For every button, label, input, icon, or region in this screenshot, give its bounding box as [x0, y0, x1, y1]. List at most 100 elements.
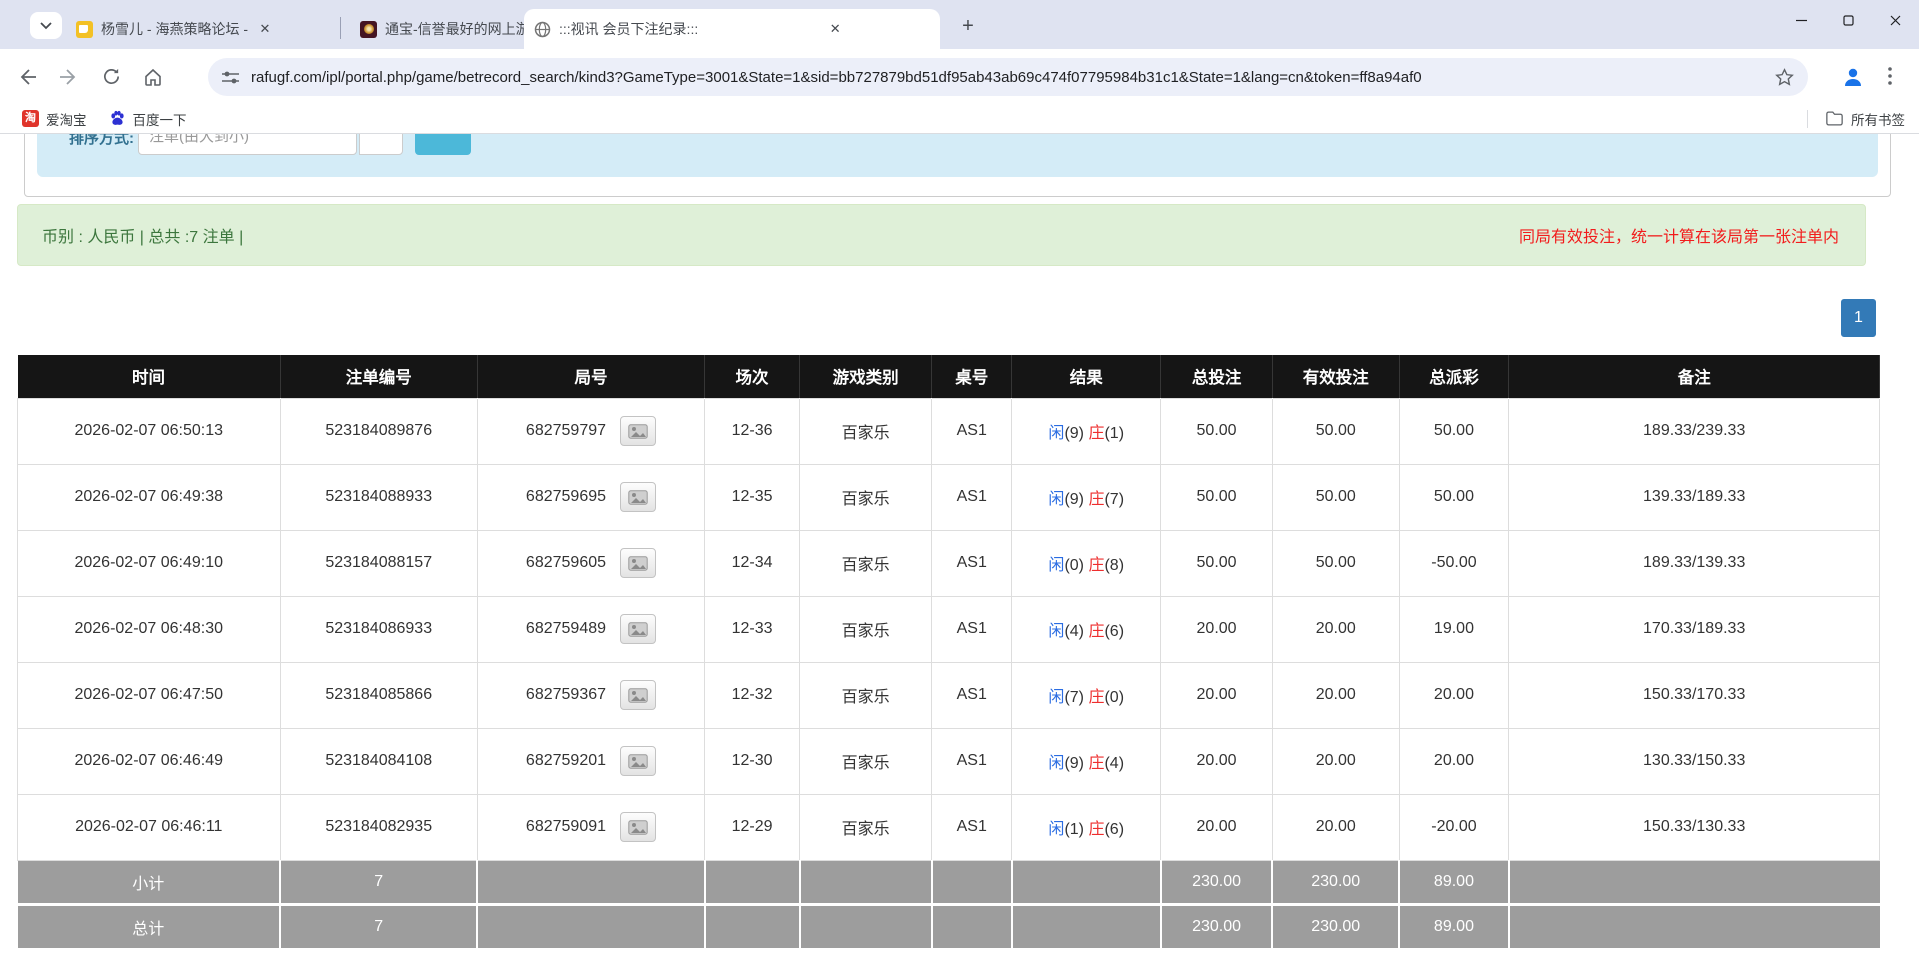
- bookmark-taobao[interactable]: 淘 爱淘宝: [22, 109, 87, 129]
- search-form-panel: 排序方式: 注单(由大到小): [37, 134, 1878, 177]
- browser-menu-button[interactable]: [1877, 63, 1903, 91]
- tab-title: 杨雪儿 - 海燕策略论坛 -: [101, 19, 248, 39]
- cell-session: 12-36: [705, 398, 800, 464]
- page-1-button[interactable]: 1: [1841, 299, 1876, 337]
- maximize-button[interactable]: [1825, 0, 1872, 40]
- tab-forum[interactable]: 杨雪儿 - 海燕策略论坛 - ✕: [66, 9, 331, 49]
- player-score: (1): [1064, 821, 1084, 838]
- window-controls: [1778, 0, 1919, 40]
- header-game-type: 游戏类别: [800, 355, 932, 398]
- folder-icon: [1826, 111, 1843, 126]
- cell-total-bet: 20.00: [1161, 728, 1273, 794]
- round-video-button[interactable]: [620, 680, 656, 710]
- video-clip-icon: [628, 820, 648, 835]
- home-button[interactable]: [138, 62, 168, 92]
- cell-result: 闲(9) 庄(4): [1012, 728, 1161, 794]
- banker-label: 庄: [1088, 425, 1104, 442]
- subtotal-total-bet: 230.00: [1161, 860, 1273, 904]
- close-window-button[interactable]: [1872, 0, 1919, 40]
- forum-favicon-icon: [76, 21, 93, 38]
- round-number: 682759797: [526, 422, 606, 440]
- cell-total-bet: 50.00: [1161, 464, 1273, 530]
- profile-avatar[interactable]: [1837, 61, 1869, 93]
- cell-game-type: 百家乐: [800, 794, 932, 860]
- cell-payout: 50.00: [1399, 464, 1509, 530]
- round-video-button[interactable]: [620, 482, 656, 512]
- cell-total-bet: 20.00: [1161, 662, 1273, 728]
- search-button[interactable]: [415, 134, 471, 155]
- all-bookmarks[interactable]: 所有书签: [1807, 109, 1905, 129]
- video-clip-icon: [628, 754, 648, 769]
- cell-time: 2026-02-07 06:49:38: [18, 464, 281, 530]
- cell-session: 12-35: [705, 464, 800, 530]
- cell-valid-bet: 20.00: [1272, 662, 1399, 728]
- bookmark-baidu[interactable]: 百度一下: [109, 109, 187, 129]
- cell-payout: 20.00: [1399, 728, 1509, 794]
- cell-round: 682759489: [477, 596, 704, 662]
- cell-note: 170.33/189.33: [1509, 596, 1880, 662]
- round-video-button[interactable]: [620, 746, 656, 776]
- player-score: (9): [1064, 755, 1084, 772]
- cell-note: 150.33/170.33: [1509, 662, 1880, 728]
- round-number: 682759695: [526, 488, 606, 506]
- bookmarks-divider: [1807, 110, 1808, 128]
- player-label: 闲: [1048, 755, 1064, 772]
- close-icon: [1890, 15, 1901, 26]
- table-row: 2026-02-07 06:49:38523184088933 682759695…: [18, 464, 1880, 530]
- forward-button[interactable]: [54, 62, 84, 92]
- banker-score: (6): [1104, 821, 1124, 838]
- cell-payout: 50.00: [1399, 398, 1509, 464]
- taobao-icon: 淘: [22, 110, 39, 127]
- header-table: 桌号: [932, 355, 1012, 398]
- player-score: (9): [1064, 425, 1084, 442]
- header-bet-id: 注单编号: [280, 355, 477, 398]
- sort-mini-box[interactable]: [359, 134, 403, 155]
- reload-button[interactable]: [96, 62, 126, 92]
- player-score: (9): [1064, 491, 1084, 508]
- new-tab-button[interactable]: +: [955, 13, 981, 39]
- bookmarks-bar: 淘 爱淘宝 百度一下 所有书签: [0, 104, 1919, 134]
- video-clip-icon: [628, 688, 648, 703]
- cell-note: 189.33/139.33: [1509, 530, 1880, 596]
- round-video-button[interactable]: [620, 812, 656, 842]
- cell-bet-id: 523184089876: [280, 398, 477, 464]
- subtotal-valid-bet: 230.00: [1272, 860, 1399, 904]
- cell-table: AS1: [932, 794, 1012, 860]
- cell-valid-bet: 50.00: [1272, 464, 1399, 530]
- round-video-button[interactable]: [620, 416, 656, 446]
- tab-bet-record-active[interactable]: :::视讯 会员下注纪录::: ✕: [524, 9, 940, 49]
- tab-close-icon[interactable]: ✕: [826, 20, 844, 38]
- cell-game-type: 百家乐: [800, 596, 932, 662]
- total-row: 总计 7 230.00 230.00 89.00: [18, 904, 1880, 948]
- back-button[interactable]: [12, 62, 42, 92]
- sort-select[interactable]: 注单(由大到小): [138, 134, 357, 155]
- cell-game-type: 百家乐: [800, 662, 932, 728]
- cell-total-bet: 20.00: [1161, 596, 1273, 662]
- cell-payout: 20.00: [1399, 662, 1509, 728]
- bookmark-star-button[interactable]: [1775, 68, 1794, 87]
- header-round: 局号: [477, 355, 704, 398]
- round-number: 682759489: [526, 620, 606, 638]
- address-bar[interactable]: rafugf.com/ipl/portal.php/game/betrecord…: [208, 58, 1808, 96]
- player-score: (4): [1064, 623, 1084, 640]
- cell-time: 2026-02-07 06:46:49: [18, 728, 281, 794]
- banker-label: 庄: [1088, 755, 1104, 772]
- chevron-down-icon: [40, 22, 52, 30]
- pagination: 1: [1841, 299, 1876, 337]
- player-label: 闲: [1048, 821, 1064, 838]
- subtotal-count: 7: [280, 860, 477, 904]
- minimize-button[interactable]: [1778, 0, 1825, 40]
- header-payout: 总派彩: [1399, 355, 1509, 398]
- table-row: 2026-02-07 06:46:49523184084108682759201…: [18, 728, 1880, 794]
- subtotal-label: 小计: [18, 860, 281, 904]
- tab-search-button[interactable]: [30, 12, 62, 39]
- cell-session: 12-34: [705, 530, 800, 596]
- tab-close-icon[interactable]: ✕: [256, 20, 274, 38]
- valid-bet-notice-text: 同局有效投注，统一计算在该局第一张注单内: [1519, 223, 1839, 247]
- banker-score: (6): [1104, 623, 1124, 640]
- cell-result: 闲(9) 庄(7): [1012, 464, 1161, 530]
- round-video-button[interactable]: [620, 614, 656, 644]
- cell-bet-id: 523184088933: [280, 464, 477, 530]
- bookmark-label: 爱淘宝: [46, 109, 87, 129]
- round-video-button[interactable]: [620, 548, 656, 578]
